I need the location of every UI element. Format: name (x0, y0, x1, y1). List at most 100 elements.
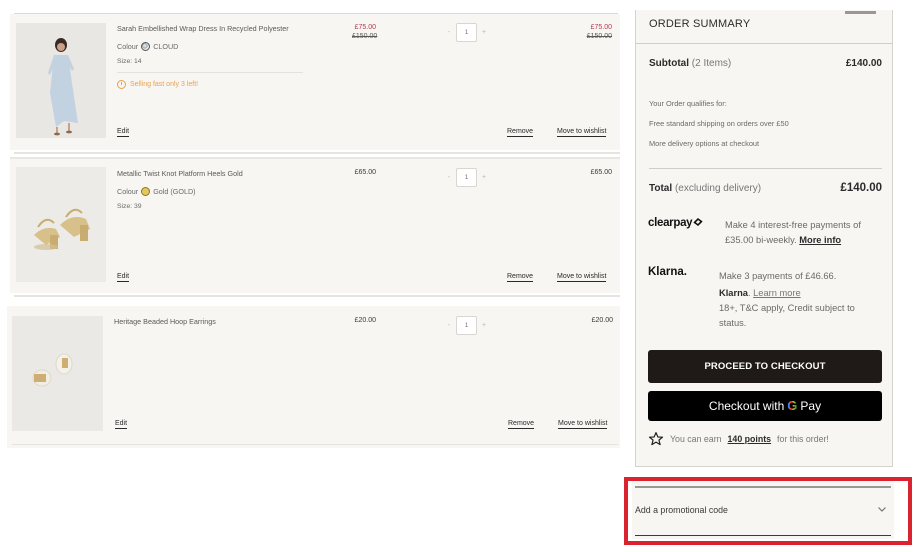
line-total: £75.00 £150.00 (587, 24, 612, 40)
decrease-quantity-button[interactable]: - (446, 29, 452, 36)
delivery-info-line: More delivery options at checkout (649, 139, 760, 148)
product-name[interactable]: Metallic Twist Knot Platform Heels Gold (117, 169, 243, 178)
divider (635, 486, 891, 488)
divider (14, 152, 620, 154)
increase-quantity-button[interactable]: + (481, 29, 487, 36)
subtotal-label-text: Subtotal (649, 58, 689, 69)
remove-link[interactable]: Remove (508, 420, 535, 429)
chevron-down-icon[interactable] (876, 503, 888, 515)
order-summary-panel: ORDER SUMMARY Subtotal (2 Items) £140.00… (635, 10, 893, 467)
google-pay-checkout-button[interactable]: Checkout with G Pay (648, 391, 882, 421)
line-total: £65.00 (591, 169, 612, 176)
delivery-info: Your Order qualifies for: Free standard … (649, 94, 789, 154)
klarna-line: Make 3 payments of £46.66. (719, 271, 837, 281)
promo-code-label[interactable]: Add a promotional code (635, 505, 728, 515)
line-price: £65.00 (590, 169, 612, 176)
colour-label: Colour (117, 42, 139, 51)
line-sale-price: £75.00 (590, 24, 612, 31)
remove-link[interactable]: Remove (507, 273, 534, 282)
quantity-stepper: - + (446, 168, 487, 187)
edit-link[interactable]: Edit (117, 273, 130, 282)
edit-link[interactable]: Edit (117, 128, 130, 137)
colour-value: Gold (GOLD) (153, 187, 196, 196)
product-name[interactable]: Sarah Embellished Wrap Dress In Recycled… (117, 24, 289, 33)
clock-icon (117, 80, 126, 89)
scroll-indicator (845, 11, 876, 14)
colour-label: Colour (117, 187, 139, 196)
sale-price: £75.00 (354, 24, 376, 31)
klarna-line: Klarna. Learn more (719, 287, 801, 298)
clearpay-arrows-icon (693, 217, 703, 227)
divider (117, 72, 303, 73)
low-stock-text: Selling fast only 3 left! (130, 81, 199, 88)
remove-link[interactable]: Remove (507, 128, 534, 137)
clearpay-logo-text: clearpay (648, 217, 693, 229)
cart-item: Metallic Twist Knot Platform Heels Gold … (10, 157, 620, 293)
klarna-logo: Klarna. (648, 266, 687, 278)
colour-swatch-icon (141, 187, 151, 196)
increase-quantity-button[interactable]: + (481, 174, 487, 181)
colour-swatch-icon (141, 42, 151, 51)
increase-quantity-button[interactable]: + (481, 322, 487, 329)
price: £20.00 (354, 317, 376, 324)
clearpay-more-info-link[interactable]: More info (799, 235, 841, 245)
loyalty-points: You can earn 140 points for this order! (648, 431, 829, 447)
total-value: £140.00 (840, 182, 882, 194)
gpay-prefix: Checkout with (708, 399, 785, 413)
product-name[interactable]: Heritage Beaded Hoop Earrings (114, 317, 216, 326)
delivery-info-line: Your Order qualifies for: (649, 99, 727, 108)
decrease-quantity-button[interactable]: - (446, 174, 452, 181)
move-to-wishlist-link[interactable]: Move to wishlist (557, 273, 607, 282)
subtotal-row: Subtotal (2 Items) £140.00 (649, 58, 882, 69)
klarna-terms: 18+, T&C apply, Credit subject to status… (719, 303, 855, 328)
cart-item: Heritage Beaded Hoop Earrings £20.00 - +… (7, 306, 620, 448)
product-image-heels[interactable] (16, 167, 106, 282)
total-label-text: Total (649, 183, 673, 194)
unit-price: £65.00 (352, 169, 376, 176)
low-stock-message: Selling fast only 3 left! (117, 80, 198, 89)
promo-code-accordion[interactable]: Add a promotional code (632, 481, 894, 539)
edit-link[interactable]: Edit (115, 420, 128, 429)
quantity-input[interactable] (456, 23, 477, 42)
star-icon (648, 432, 664, 446)
divider (12, 444, 618, 445)
subtotal-label: Subtotal (2 Items) (649, 58, 731, 69)
total-row: Total (excluding delivery) £140.00 (649, 182, 882, 194)
subtotal-value: £140.00 (845, 58, 882, 69)
price: £65.00 (354, 169, 376, 176)
product-colour: Colour Gold (GOLD) (117, 187, 196, 196)
proceed-to-checkout-button[interactable]: PROCEED TO CHECKOUT (648, 350, 882, 383)
move-to-wishlist-link[interactable]: Move to wishlist (557, 128, 607, 137)
klarna-message: Make 3 payments of £46.66. Klarna. Learn… (719, 268, 884, 331)
move-to-wishlist-link[interactable]: Move to wishlist (558, 420, 608, 429)
google-g-icon: G (787, 391, 797, 421)
line-original-price: £150.00 (586, 33, 612, 40)
product-image-earrings[interactable] (12, 316, 103, 431)
quantity-input[interactable] (456, 316, 477, 335)
line-price: £20.00 (591, 317, 613, 324)
divider (635, 535, 891, 536)
klarna-brand: Klarna (719, 287, 748, 298)
product-colour: Colour CLOUD (117, 42, 178, 51)
delivery-info-line: Free standard shipping on orders over £5… (649, 119, 789, 128)
product-image-dress[interactable] (16, 23, 106, 138)
points-value-link[interactable]: 140 points (728, 434, 772, 444)
line-total: £20.00 (592, 317, 613, 324)
unit-price: £75.00 £150.00 (352, 24, 378, 40)
quantity-input[interactable] (456, 168, 477, 187)
original-price: £150.00 (352, 33, 378, 40)
product-size: Size: 39 (117, 203, 142, 210)
klarna-learn-more-link[interactable]: Learn more (753, 288, 801, 298)
unit-price: £20.00 (352, 317, 376, 324)
points-prefix: You can earn (670, 434, 722, 444)
clearpay-logo: clearpay (648, 217, 704, 229)
clearpay-message: Make 4 interest-free payments of £35.00 … (725, 218, 885, 248)
gpay-suffix: Pay (800, 399, 822, 413)
product-size: Size: 14 (117, 58, 142, 65)
decrease-quantity-button[interactable]: - (446, 322, 452, 329)
divider (636, 43, 892, 44)
divider (14, 295, 620, 297)
order-summary-title: ORDER SUMMARY (649, 18, 751, 30)
colour-value: CLOUD (153, 42, 179, 51)
total-label: Total (excluding delivery) (649, 183, 761, 194)
